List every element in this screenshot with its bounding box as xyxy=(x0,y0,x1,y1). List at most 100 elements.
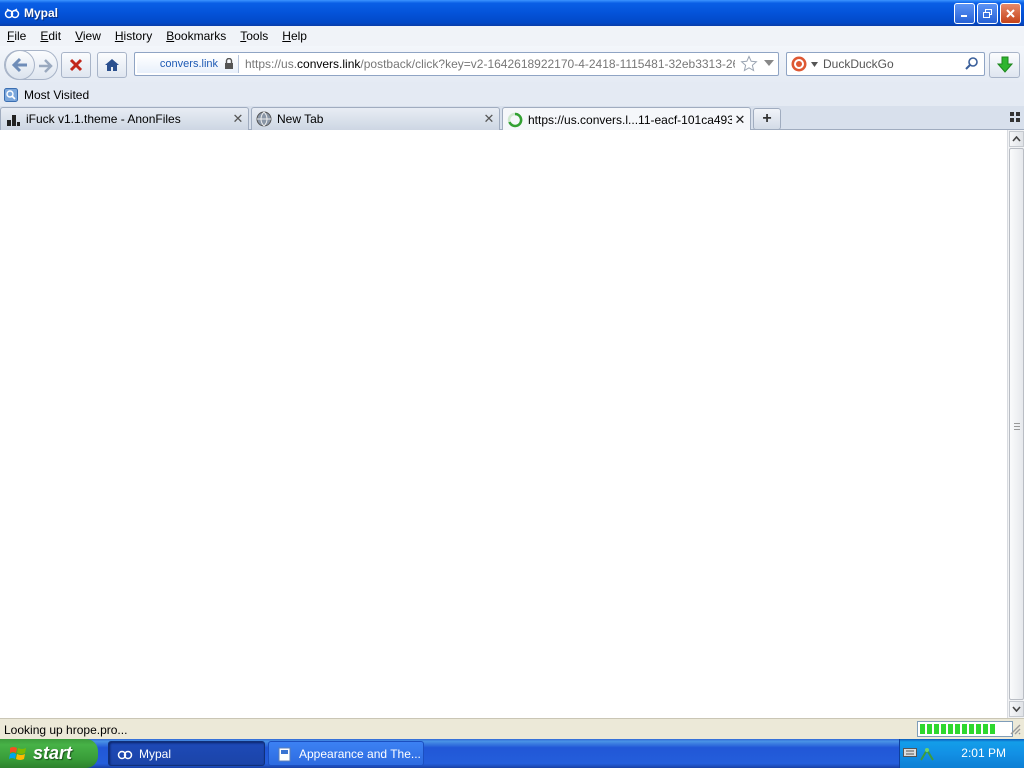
taskbar: start Mypal Appearance and The... 2:01 P… xyxy=(0,739,1024,768)
new-tab-button[interactable]: + xyxy=(753,108,781,130)
scroll-up-button[interactable] xyxy=(1009,131,1024,147)
title-bar[interactable]: Mypal xyxy=(0,0,1024,26)
smart-bookmark-icon xyxy=(4,88,18,102)
home-button[interactable] xyxy=(97,52,127,78)
tab-anonfiles[interactable]: iFuck v1.1.theme - AnonFiles ✕ xyxy=(0,107,249,130)
menu-label-rest: ookmarks xyxy=(174,29,227,43)
progress-segment xyxy=(983,724,988,734)
menu-view[interactable]: View xyxy=(68,29,108,43)
search-placeholder: DuckDuckGo xyxy=(823,57,894,71)
menu-label-rest: iew xyxy=(82,29,101,43)
minimize-button[interactable] xyxy=(954,3,975,24)
menu-help[interactable]: Help xyxy=(275,29,314,43)
tab-close-icon[interactable]: ✕ xyxy=(230,111,246,127)
window-title: Mypal xyxy=(24,6,59,20)
bookmark-star-icon[interactable] xyxy=(740,55,758,73)
progress-fill xyxy=(920,724,1010,734)
system-tray: 2:01 PM xyxy=(899,739,1024,768)
status-bar: Looking up hrope.pro... xyxy=(0,718,1024,739)
list-all-tabs-icon[interactable] xyxy=(1010,112,1020,122)
keyboard-icon[interactable] xyxy=(903,746,917,758)
navigation-toolbar: convers.link https://us.convers.link/pos… xyxy=(0,46,1024,84)
url-history-dropdown[interactable] xyxy=(764,59,774,67)
restore-icon xyxy=(983,9,992,18)
menu-accesskey: V xyxy=(75,29,83,43)
menu-label-rest: elp xyxy=(290,29,307,43)
bookmark-most-visited[interactable]: Most Visited xyxy=(4,88,89,102)
start-label: start xyxy=(33,743,73,763)
tab-label: New Tab xyxy=(277,112,324,126)
resize-grip-icon[interactable] xyxy=(1007,721,1022,737)
progress-segment xyxy=(941,724,946,734)
back-button[interactable] xyxy=(5,50,35,80)
tab-close-icon[interactable]: ✕ xyxy=(732,112,748,128)
scrollbar-thumb[interactable] xyxy=(1009,148,1024,700)
tab-strip: iFuck v1.1.theme - AnonFiles ✕ New Tab ✕… xyxy=(0,106,1024,131)
restore-button[interactable] xyxy=(977,3,998,24)
menu-label-rest: ools xyxy=(246,29,269,43)
network-icon[interactable] xyxy=(919,746,935,762)
stop-button[interactable] xyxy=(61,52,91,78)
search-bar[interactable]: DuckDuckGo xyxy=(786,52,985,76)
bookmarks-toolbar: Most Visited xyxy=(0,84,1024,106)
chevron-down-icon xyxy=(811,61,818,67)
clock: 2:01 PM xyxy=(961,746,1006,760)
vertical-scrollbar[interactable] xyxy=(1007,130,1024,718)
forward-button[interactable] xyxy=(37,58,53,74)
close-icon xyxy=(1006,9,1015,18)
start-button[interactable]: start xyxy=(0,739,98,768)
tab-label: iFuck v1.1.theme - AnonFiles xyxy=(26,112,181,126)
chevron-down-icon xyxy=(1012,706,1021,712)
site-identity-label: convers.link xyxy=(159,58,218,70)
progress-segment xyxy=(927,724,932,734)
taskbar-item-appearance[interactable]: Appearance and The... xyxy=(268,741,424,766)
page-content[interactable] xyxy=(0,130,1007,718)
menu-history[interactable]: History xyxy=(108,29,159,43)
menu-file[interactable]: File xyxy=(0,29,33,43)
progress-segment xyxy=(969,724,974,734)
menu-bookmarks[interactable]: Bookmarks xyxy=(159,29,233,43)
search-engine-selector[interactable] xyxy=(791,56,818,72)
site-identity-button[interactable]: convers.link xyxy=(137,55,239,73)
loading-spinner-icon xyxy=(507,112,523,127)
windows-flag-icon xyxy=(9,746,26,760)
taskbar-item-mypal[interactable]: Mypal xyxy=(108,741,265,766)
menu-edit[interactable]: Edit xyxy=(33,29,68,43)
progress-segment xyxy=(934,724,939,734)
url-text[interactable]: https://us.convers.link/postback/click?k… xyxy=(245,57,735,71)
progress-segment xyxy=(976,724,981,734)
downloads-button[interactable] xyxy=(989,52,1020,78)
most-visited-label: Most Visited xyxy=(24,88,90,102)
menu-bar: File Edit View History Bookmarks Tools Help xyxy=(0,26,1024,46)
back-forward-group xyxy=(4,50,58,80)
search-icon[interactable] xyxy=(964,56,980,72)
taskbar-item-label: Appearance and The... xyxy=(299,746,421,761)
tab-close-icon[interactable]: ✕ xyxy=(481,111,497,127)
menu-label-rest: istory xyxy=(123,29,153,43)
scroll-down-button[interactable] xyxy=(1009,701,1024,717)
page-load-progress xyxy=(917,721,1013,737)
url-path: /postback/click?key=v2-1642618922170-4-2… xyxy=(360,57,735,71)
taskbar-item-label: Mypal xyxy=(139,746,172,761)
stop-icon xyxy=(69,58,83,72)
mypal-app-icon xyxy=(4,8,20,19)
download-arrow-icon xyxy=(996,56,1013,73)
anonfiles-favicon xyxy=(7,115,20,126)
home-icon xyxy=(105,59,119,71)
progress-segment xyxy=(955,724,960,734)
tab-convers-link[interactable]: https://us.convers.l...11-eacf-101ca4939… xyxy=(502,107,751,131)
progress-segment xyxy=(962,724,967,734)
close-window-button[interactable] xyxy=(1000,3,1021,24)
tab-label: https://us.convers.l...11-eacf-101ca4939… xyxy=(528,112,732,127)
address-bar[interactable]: convers.link https://us.convers.link/pos… xyxy=(134,52,779,76)
menu-tools[interactable]: Tools xyxy=(233,29,275,43)
progress-segment xyxy=(948,724,953,734)
progress-segment xyxy=(920,724,925,734)
control-panel-icon xyxy=(278,747,291,761)
tab-new-tab[interactable]: New Tab ✕ xyxy=(251,107,500,130)
lock-icon xyxy=(225,58,233,69)
menu-accesskey: H xyxy=(114,29,124,43)
progress-segment xyxy=(990,724,995,734)
chevron-up-icon xyxy=(1012,136,1021,142)
status-text: Looking up hrope.pro... xyxy=(4,723,128,737)
